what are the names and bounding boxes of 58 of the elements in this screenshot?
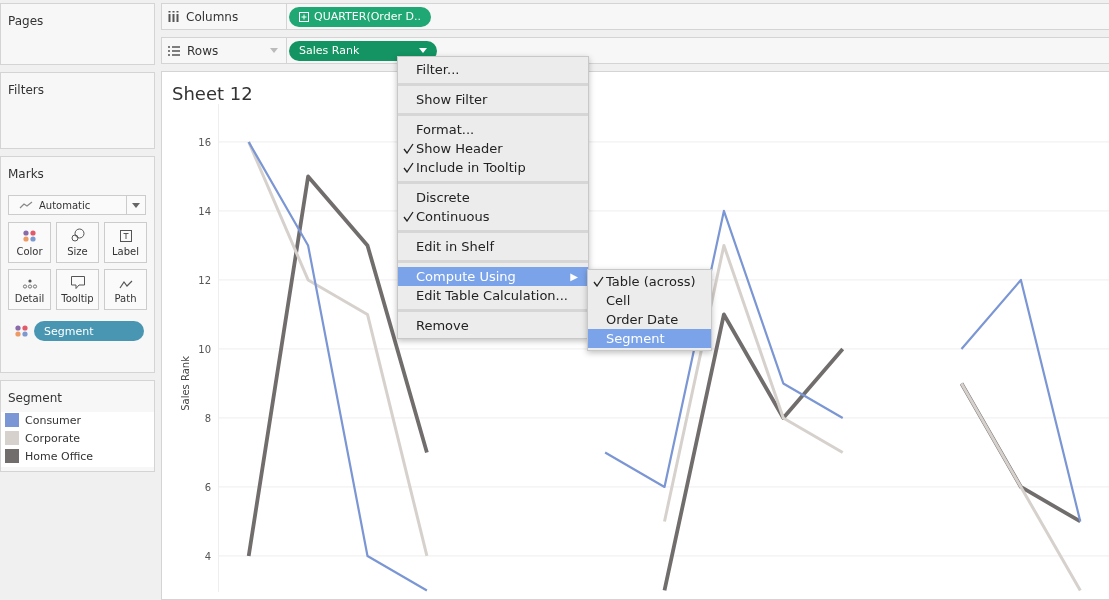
axis-title: Sales Rank: [180, 356, 191, 411]
dots-icon: [15, 325, 29, 337]
card-title: Marks: [8, 167, 44, 181]
check-icon: [403, 211, 414, 222]
menu-item[interactable]: Include in Tooltip: [398, 158, 588, 177]
axis-tick-label: 10: [198, 343, 211, 355]
axis-tick-label: 12: [198, 274, 211, 286]
label-button[interactable]: Label: [104, 222, 147, 263]
size-button[interactable]: Size: [56, 222, 99, 263]
check-icon: [403, 162, 414, 173]
menu-item[interactable]: Order Date: [588, 310, 711, 329]
menu-item[interactable]: Continuous: [398, 207, 588, 226]
axis-tick-label: 6: [204, 481, 211, 493]
field-pill[interactable]: Sales Rank: [289, 40, 437, 61]
menu-item[interactable]: Show Filter: [398, 90, 588, 109]
menu-item[interactable]: Show Header: [398, 139, 588, 158]
path-line-icon: [118, 280, 133, 289]
line-icon: [19, 201, 33, 209]
columns-icon: [168, 11, 179, 22]
legend-label: Home Office: [25, 449, 94, 463]
caret-icon: [270, 48, 278, 53]
menu-item[interactable]: Remove: [398, 316, 588, 335]
legend-label: Corporate: [25, 431, 80, 445]
list-icon: [168, 45, 180, 56]
axis-tick-label: 14: [198, 205, 211, 217]
menu-item[interactable]: Cell: [588, 291, 711, 310]
dots-icon: [22, 230, 37, 242]
menu-item[interactable]: Table (across): [588, 272, 711, 291]
card-title: Filters: [8, 83, 44, 97]
legend-label: Consumer: [25, 413, 82, 427]
text-label-icon: [119, 230, 132, 242]
path-button[interactable]: Path: [104, 269, 147, 310]
menu-item[interactable]: Filter...: [398, 60, 588, 79]
sheet-title: Sheet 12: [172, 83, 253, 104]
detail-button[interactable]: Detail: [8, 269, 51, 310]
caret-icon: [419, 48, 427, 53]
caret-icon: [132, 202, 140, 208]
speech-bubble-icon: [70, 276, 85, 289]
shelf-label: Columns: [186, 9, 240, 24]
card-title: Segment: [8, 391, 62, 405]
detail-dots-icon: [21, 279, 38, 289]
color-button[interactable]: Color: [8, 222, 51, 263]
menu-item[interactable]: Edit Table Calculation...: [398, 286, 588, 305]
expand-icon: [299, 11, 309, 22]
mark-type-label: Automatic: [39, 199, 91, 211]
axis-tick-label: 4: [204, 550, 211, 562]
mark-type-dropdown[interactable]: Automatic: [8, 195, 146, 215]
menu-item[interactable]: Edit in Shelf: [398, 237, 588, 256]
shelf-label: Rows: [187, 43, 220, 58]
card-title: Pages: [8, 14, 44, 28]
tooltip-button[interactable]: Tooltip: [56, 269, 99, 310]
check-icon: [593, 276, 604, 287]
check-icon: [403, 143, 414, 154]
axis-tick-label: 16: [198, 136, 211, 148]
menu-item[interactable]: Discrete: [398, 188, 588, 207]
size-circles-icon: [70, 228, 85, 242]
menu-item[interactable]: Format...: [398, 120, 588, 139]
axis-tick-label: 8: [204, 412, 211, 424]
